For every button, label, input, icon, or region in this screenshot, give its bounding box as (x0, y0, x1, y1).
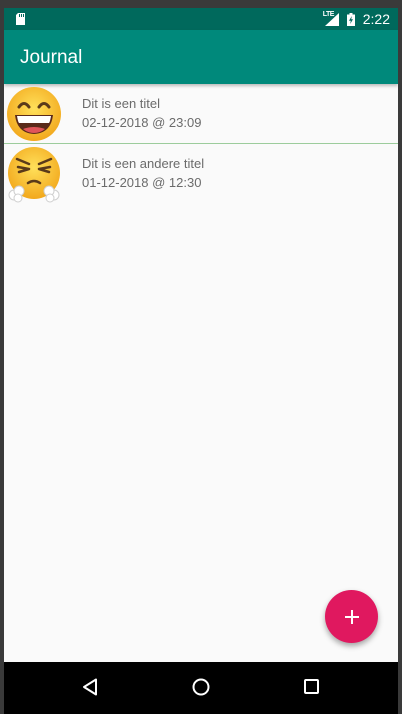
entry-date: 02-12-2018 @ 23:09 (82, 115, 202, 130)
entry-date: 01-12-2018 @ 12:30 (82, 175, 202, 190)
plus-icon (344, 609, 359, 624)
entry-title: Dit is een andere titel (82, 156, 205, 171)
status-clock: 2:22 (362, 11, 390, 27)
lte-signal-icon: LTE (323, 11, 339, 26)
steaming-angry-face-icon (8, 147, 60, 203)
recents-icon[interactable] (304, 679, 319, 694)
home-icon[interactable] (192, 678, 210, 696)
app-title: Journal (20, 47, 83, 68)
journal-list: Dit is een titel 02-12-2018 @ 23:09 Dit … (4, 84, 398, 203)
journal-entry[interactable]: Dit is een titel 02-12-2018 @ 23:09 (4, 84, 398, 144)
add-entry-button[interactable] (325, 590, 378, 643)
app-bar: Journal (4, 30, 398, 84)
status-bar: LTE 2:22 (4, 8, 398, 30)
back-icon[interactable] (82, 678, 98, 696)
battery-charging-icon (346, 12, 355, 26)
grinning-face-icon (7, 87, 61, 141)
entry-title: Dit is een titel (82, 96, 161, 111)
journal-entry[interactable]: Dit is een andere titel 01-12-2018 @ 12:… (4, 144, 398, 203)
sd-card-icon (16, 13, 25, 25)
phone-screen: LTE 2:22 Journal Dit is een titel 02-12-… (4, 8, 398, 714)
navigation-bar (4, 662, 398, 714)
